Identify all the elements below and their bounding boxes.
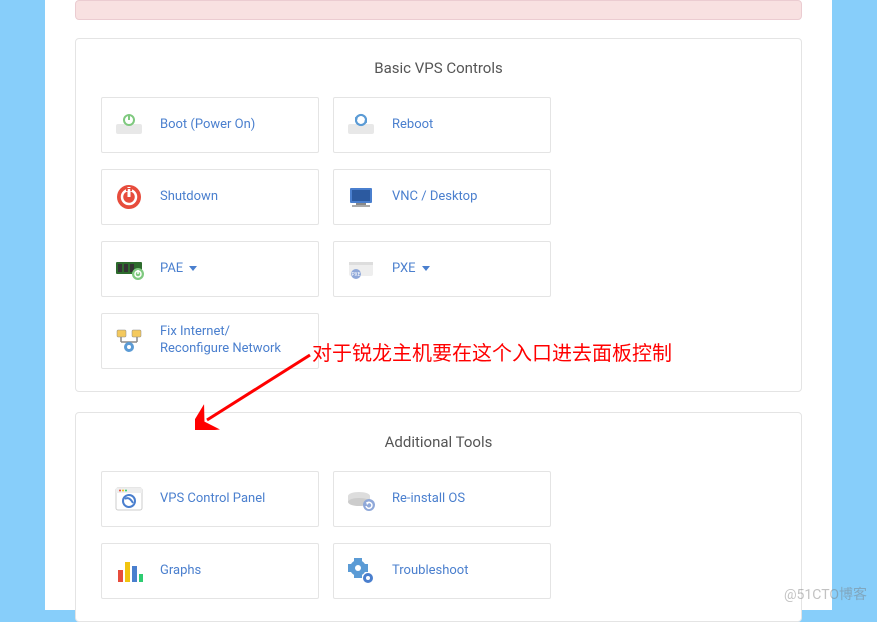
- shutdown-icon: [112, 180, 146, 214]
- chevron-down-icon: [422, 266, 430, 271]
- pae-label: PAE: [160, 261, 197, 278]
- shutdown-label: Shutdown: [160, 189, 218, 206]
- boot-label: Boot (Power On): [160, 117, 255, 134]
- graphs-icon: [112, 554, 146, 588]
- reinstall-os-tile[interactable]: Re-install OS: [333, 471, 551, 527]
- boot-tile[interactable]: Boot (Power On): [101, 97, 319, 153]
- troubleshoot-tile[interactable]: Troubleshoot: [333, 543, 551, 599]
- pxe-icon: PXE: [344, 252, 378, 286]
- reboot-tile[interactable]: Reboot: [333, 97, 551, 153]
- chevron-down-icon: [189, 266, 197, 271]
- graphs-tile[interactable]: Graphs: [101, 543, 319, 599]
- graphs-label: Graphs: [160, 563, 201, 580]
- basic-panel-title: Basic VPS Controls: [101, 59, 776, 77]
- pae-icon: [112, 252, 146, 286]
- network-icon: [112, 324, 146, 358]
- fix-network-label: Fix Internet/ Reconfigure Network: [160, 324, 281, 358]
- svg-text:PXE: PXE: [351, 272, 360, 278]
- troubleshoot-label: Troubleshoot: [392, 563, 468, 580]
- fix-network-tile[interactable]: Fix Internet/ Reconfigure Network: [101, 313, 319, 369]
- vnc-tile[interactable]: VNC / Desktop: [333, 169, 551, 225]
- additional-panel-title: Additional Tools: [101, 433, 776, 451]
- reboot-label: Reboot: [392, 117, 433, 134]
- vnc-icon: [344, 180, 378, 214]
- alert-banner: [75, 0, 802, 20]
- watermark: @51CTO博客: [784, 584, 867, 604]
- boot-icon: [112, 108, 146, 142]
- troubleshoot-icon: [344, 554, 378, 588]
- pae-tile[interactable]: PAE: [101, 241, 319, 297]
- reboot-icon: [344, 108, 378, 142]
- reinstall-label: Re-install OS: [392, 491, 465, 508]
- vps-control-panel-label: VPS Control Panel: [160, 491, 265, 508]
- vps-control-panel-tile[interactable]: VPS Control Panel: [101, 471, 319, 527]
- annotation-text: 对于锐龙主机要在这个入口进去面板控制: [312, 337, 672, 366]
- shutdown-tile[interactable]: Shutdown: [101, 169, 319, 225]
- pxe-label: PXE: [392, 261, 430, 278]
- control-panel-icon: [112, 482, 146, 516]
- additional-tools-panel: Additional Tools VPS Control Panel: [75, 412, 802, 622]
- pxe-tile[interactable]: PXE PXE: [333, 241, 551, 297]
- reinstall-icon: [344, 482, 378, 516]
- vnc-label: VNC / Desktop: [392, 189, 477, 206]
